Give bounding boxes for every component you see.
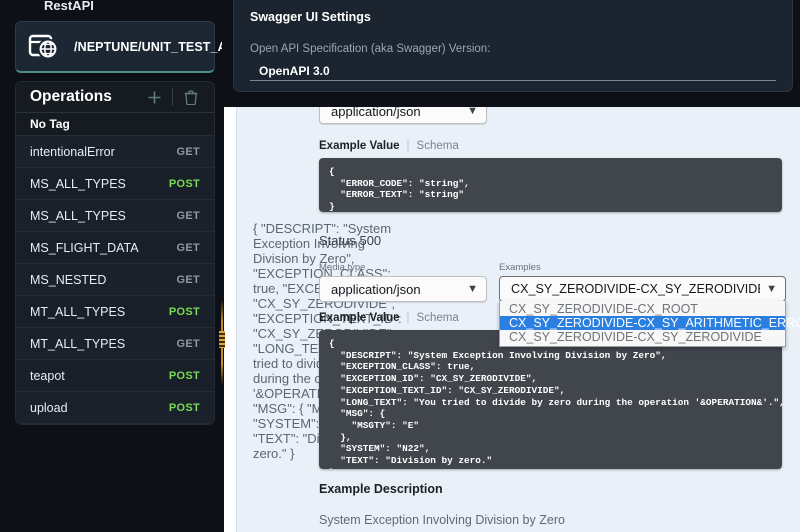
sidebar: RestAPI /NEPTUNE/UNIT_TEST_API Operation… [0, 0, 239, 532]
spec-version-input[interactable]: OpenAPI 3.0 [250, 61, 776, 81]
operations-panel: Operations No Tag intentionalError GET M… [15, 81, 215, 425]
media-type-value-top: application/json [331, 107, 421, 119]
examples-value: CX_SY_ZERODIVIDE-CX_SY_ZERODIVIDE [511, 282, 761, 296]
examples-select[interactable]: CX_SY_ZERODIVIDE-CX_SY_ZERODIVIDE ▼ [499, 276, 786, 302]
operation-verb: POST [168, 369, 200, 382]
status-500-label: Status 500 [319, 233, 382, 248]
media-type-value-500: application/json [331, 281, 421, 297]
api-name-label: /NEPTUNE/UNIT_TEST_API [74, 39, 239, 54]
operation-verb: GET [176, 337, 200, 350]
operation-name: intentionalError [30, 144, 115, 159]
app-root: RestAPI /NEPTUNE/UNIT_TEST_API Operation… [0, 0, 800, 532]
operation-name: MS_FLIGHT_DATA [30, 240, 139, 255]
example-value-tab-500[interactable]: Example Value [319, 312, 400, 324]
toolbar-divider [172, 88, 173, 107]
examples-dropdown-list[interactable]: CX_SY_ZERODIVIDE-CX_ROOT CX_SY_ZERODIVID… [499, 301, 800, 347]
operation-name: teapot [30, 368, 65, 383]
operations-title: Operations [30, 88, 112, 106]
examples-option-0[interactable]: CX_SY_ZERODIVIDE-CX_ROOT [500, 302, 785, 316]
api-selector-card[interactable]: /NEPTUNE/UNIT_TEST_API [15, 21, 239, 73]
operation-row-1[interactable]: MS_ALL_TYPES POST [16, 168, 214, 200]
operation-name: MS_NESTED [30, 272, 107, 287]
api-globe-icon [28, 31, 62, 63]
operation-row-0[interactable]: intentionalError GET [16, 136, 214, 168]
swagger-settings-card: Swagger UI Settings Open API Specificati… [233, 0, 793, 92]
sidebar-resize-handle[interactable] [219, 0, 225, 532]
operation-verb: POST [168, 305, 200, 318]
operations-header: Operations [16, 82, 214, 114]
operation-row-3[interactable]: MS_FLIGHT_DATA GET [16, 232, 214, 264]
swagger-content-area: { "DESCRIPT": "System Exception Involvin… [224, 107, 800, 532]
example-description-text: System Exception Involving Division by Z… [319, 513, 565, 527]
examples-option-1[interactable]: CX_SY_ZERODIVIDE-CX_SY_ARITHMETIC_ERROR [500, 316, 800, 330]
examples-option-2[interactable]: CX_SY_ZERODIVIDE-CX_SY_ZERODIVIDE [500, 330, 785, 344]
operation-verb: POST [168, 177, 200, 190]
main-area: Swagger UI Settings Open API Specificati… [222, 0, 800, 532]
examples-label: Examples [499, 262, 541, 273]
plus-icon[interactable] [143, 86, 165, 108]
chevron-down-icon: ▼ [766, 282, 777, 295]
brand-title: RestAPI [0, 0, 222, 17]
operations-list: intentionalError GET MS_ALL_TYPES POST M… [16, 136, 214, 424]
media-type-label: Media type [319, 262, 366, 273]
examples-field-500: Examples CX_SY_ZERODIVIDE-CX_SY_ZERODIVI… [499, 262, 800, 347]
example-description-title: Example Description [319, 482, 443, 496]
operation-name: MS_ALL_TYPES [30, 176, 126, 191]
schema-tab-top[interactable]: Schema [417, 140, 459, 152]
tab-divider: | [406, 312, 410, 324]
status-code-column: { "DESCRIPT": "System Exception Involvin… [237, 107, 402, 532]
example-value-tab-top[interactable]: Example Value [319, 140, 400, 152]
operation-verb: GET [176, 273, 200, 286]
spec-version-label: Open API Specification (aka Swagger) Ver… [250, 43, 491, 55]
example-value-tabs-top: Example Value | Schema [319, 140, 459, 152]
example-value-tabs-500: Example Value | Schema [319, 312, 459, 324]
operation-name: MS_ALL_TYPES [30, 208, 126, 223]
operation-row-6[interactable]: MT_ALL_TYPES GET [16, 328, 214, 360]
operation-name: upload [30, 400, 68, 415]
chevron-down-icon: ▼ [467, 282, 478, 295]
schema-tab-500[interactable]: Schema [417, 312, 459, 324]
operation-row-2[interactable]: MS_ALL_TYPES GET [16, 200, 214, 232]
operation-verb: GET [176, 209, 200, 222]
media-type-select-500[interactable]: application/json ▼ [319, 276, 487, 302]
media-type-select-top[interactable]: application/json ▼ [319, 107, 487, 124]
operations-tag-row: No Tag [16, 113, 214, 136]
settings-title: Swagger UI Settings [250, 10, 371, 24]
operation-name: MT_ALL_TYPES [30, 336, 126, 351]
example-code-block-top: { "ERROR_CODE": "string", "ERROR_TEXT": … [319, 158, 782, 212]
operation-row-7[interactable]: teapot POST [16, 360, 214, 392]
media-type-field-500: Media type application/json ▼ [319, 262, 487, 302]
operation-row-5[interactable]: MT_ALL_TYPES POST [16, 296, 214, 328]
operation-name: MT_ALL_TYPES [30, 304, 126, 319]
operation-row-4[interactable]: MS_NESTED GET [16, 264, 214, 296]
trash-icon[interactable] [180, 86, 202, 108]
operation-row-8[interactable]: upload POST [16, 392, 214, 424]
operation-verb: GET [176, 241, 200, 254]
operation-verb: POST [168, 401, 200, 414]
swagger-content-inner: { "DESCRIPT": "System Exception Involvin… [236, 107, 800, 532]
resize-handle-grip[interactable] [219, 331, 225, 348]
tab-divider: | [406, 140, 410, 152]
example-code-block-500: { "DESCRIPT": "System Exception Involvin… [319, 330, 782, 469]
operation-verb: GET [176, 145, 200, 158]
chevron-down-icon: ▼ [467, 107, 478, 117]
